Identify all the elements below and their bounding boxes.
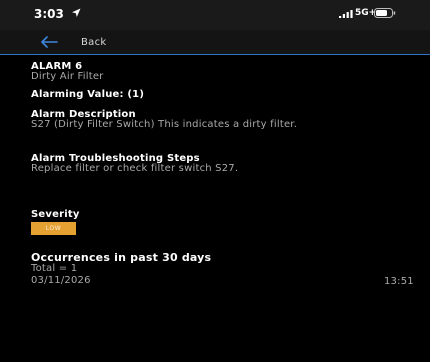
back-button[interactable]: Back (40, 33, 106, 51)
status-bar: 3:03 5G+ (0, 0, 435, 30)
alarming-value: Alarming Value: (1) (31, 89, 145, 100)
severity-badge: LOW (31, 222, 76, 235)
severity-label: Severity (31, 209, 80, 220)
troubleshooting-text: Replace filter or check filter switch S2… (31, 163, 239, 174)
back-button-label: Back (81, 36, 107, 48)
location-arrow-icon (72, 8, 81, 17)
occurrences-total: Total = 1 (31, 263, 78, 274)
alarm-description-text: S27 (Dirty Filter Switch) This indicates… (31, 119, 298, 130)
navigation-bar: Back (0, 30, 435, 55)
screen-edge (430, 0, 435, 362)
occurrence-time: 13:51 (384, 276, 414, 287)
alarm-detail-screen: 3:03 5G+ Back ALARM 6 Dirty Air Filter A… (0, 0, 435, 362)
status-time: 3:03 (34, 7, 64, 21)
battery-icon (374, 8, 396, 18)
alarm-name: Dirty Air Filter (31, 71, 104, 82)
back-arrow-icon (41, 36, 58, 48)
alarm-detail-content: ALARM 6 Dirty Air Filter Alarming Value:… (0, 55, 435, 362)
cellular-signal-icon (339, 10, 353, 18)
occurrence-date: 03/11/2026 (31, 275, 91, 286)
